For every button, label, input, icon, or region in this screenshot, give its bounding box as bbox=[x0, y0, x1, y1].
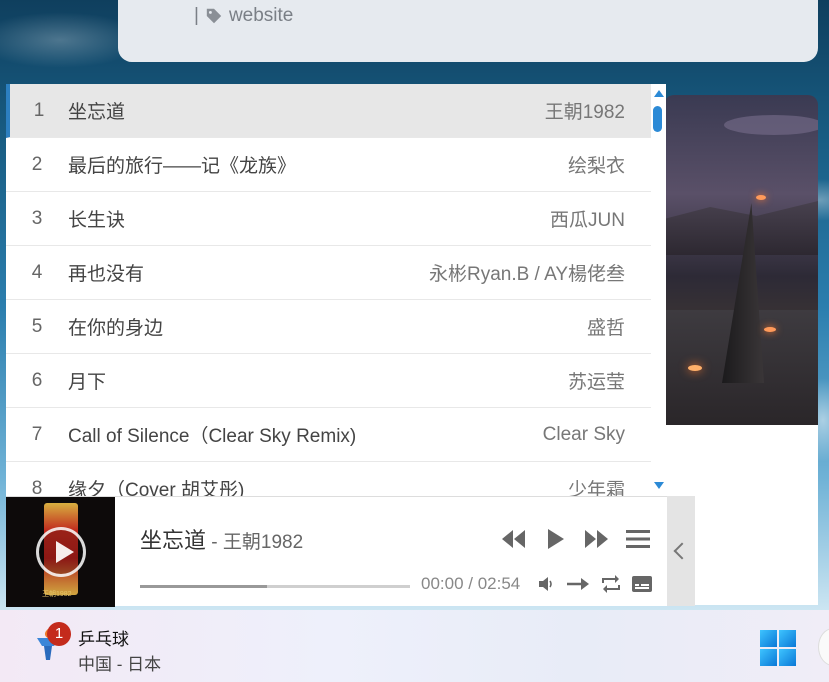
track-artist: 盛哲 bbox=[586, 318, 625, 339]
track-index: 3 bbox=[31, 207, 43, 229]
track-artist: 少年霜 bbox=[567, 480, 625, 496]
track-artist: 西瓜JUN bbox=[550, 210, 625, 231]
track-artist: Clear Sky bbox=[542, 423, 625, 445]
track-title: 长生诀 bbox=[68, 210, 126, 231]
track-artist: 绘梨衣 bbox=[567, 156, 625, 177]
track-title: 坐忘道 bbox=[68, 102, 126, 123]
time-display: 00:00 / 02:54 bbox=[421, 574, 521, 593]
track-title: 最后的旅行——记《龙族》 bbox=[68, 156, 297, 177]
taskbar: 1 乒乓球 中国 - 日本 bbox=[0, 610, 829, 682]
now-playing-title: 坐忘道 - 王朝1982 bbox=[140, 528, 304, 553]
menu-icon[interactable] bbox=[626, 529, 650, 549]
playlist-row[interactable]: 8 缘夕（Cover 胡艾彤) 少年霜 bbox=[6, 462, 651, 497]
track-index: 5 bbox=[31, 315, 43, 337]
album-art-caption: 王朝1982 bbox=[42, 591, 72, 598]
track-title: Call of Silence（Clear Sky Remix) bbox=[68, 426, 357, 447]
scroll-down-arrow-icon[interactable] bbox=[654, 482, 664, 489]
track-artist: 永彬Ryan.B / AY楊佬叁 bbox=[428, 264, 625, 285]
loop-icon[interactable] bbox=[600, 574, 622, 594]
playlist-row[interactable]: 1 坐忘道 王朝1982 bbox=[6, 84, 651, 138]
scroll-up-arrow-icon[interactable] bbox=[654, 90, 664, 97]
track-title: 月下 bbox=[68, 372, 107, 393]
now-title-text: 坐忘道 bbox=[140, 528, 207, 553]
progress-bar[interactable] bbox=[140, 585, 410, 588]
order-icon[interactable] bbox=[566, 576, 592, 592]
meta-separator: | bbox=[194, 5, 199, 26]
previous-icon[interactable] bbox=[500, 528, 526, 550]
music-player: 1 坐忘道 王朝1982 2 最后的旅行——记《龙族》 绘梨衣 3 长生诀 西瓜JUN 4 再也没有… bbox=[6, 84, 695, 607]
current-time: 00:00 bbox=[421, 574, 464, 593]
volume-icon[interactable] bbox=[537, 575, 557, 593]
search-pill[interactable] bbox=[818, 628, 829, 666]
scroll-thumb[interactable] bbox=[653, 106, 662, 132]
now-playing-artist: 王朝1982 bbox=[222, 532, 304, 553]
track-title: 缘夕（Cover 胡艾彤) bbox=[68, 480, 245, 496]
playlist-row[interactable]: 4 再也没有 永彬Ryan.B / AY楊佬叁 bbox=[6, 246, 651, 300]
taskbar-widget-title[interactable]: 乒乓球 bbox=[78, 625, 129, 650]
player-bar: 王朝1982 坐忘道 - 王朝1982 00:00 / 02:54 bbox=[6, 496, 667, 607]
playlist-row[interactable]: 7 Call of Silence（Clear Sky Remix) Clear S… bbox=[6, 408, 651, 462]
album-cover[interactable]: 王朝1982 bbox=[6, 497, 115, 607]
track-index: 4 bbox=[31, 261, 43, 283]
track-title: 再也没有 bbox=[68, 264, 145, 285]
windows-start-icon[interactable] bbox=[760, 630, 796, 666]
track-index: 7 bbox=[31, 423, 43, 445]
notification-badge: 1 bbox=[47, 622, 71, 646]
collapse-player-button[interactable] bbox=[667, 496, 695, 606]
playlist-row[interactable]: 2 最后的旅行——记《龙族》 绘梨衣 bbox=[6, 138, 651, 192]
progress-fill bbox=[140, 585, 267, 588]
taskbar-widget-subtitle: 中国 - 日本 bbox=[78, 655, 162, 674]
track-index: 8 bbox=[31, 477, 43, 497]
lyrics-icon[interactable] bbox=[631, 575, 653, 593]
play-overlay-icon[interactable] bbox=[36, 527, 86, 577]
playlist-row[interactable]: 6 月下 苏运莹 bbox=[6, 354, 651, 408]
post-card: | website bbox=[118, 0, 818, 62]
duration: 02:54 bbox=[477, 574, 521, 593]
post-meta: | website bbox=[194, 5, 293, 27]
track-index: 1 bbox=[33, 99, 45, 121]
track-index: 2 bbox=[31, 153, 43, 175]
playlist-row[interactable]: 3 长生诀 西瓜JUN bbox=[6, 192, 651, 246]
track-artist: 王朝1982 bbox=[544, 102, 625, 123]
track-title: 在你的身边 bbox=[68, 318, 164, 339]
track-index: 6 bbox=[31, 369, 43, 391]
playlist-row[interactable]: 5 在你的身边 盛哲 bbox=[6, 300, 651, 354]
next-icon[interactable] bbox=[584, 528, 610, 550]
track-artist: 苏运莹 bbox=[567, 372, 625, 393]
tag-icon bbox=[206, 8, 222, 24]
playlist-scrollbar[interactable] bbox=[651, 84, 666, 496]
tag-link[interactable]: website bbox=[229, 5, 293, 27]
playlist[interactable]: 1 坐忘道 王朝1982 2 最后的旅行——记《龙族》 绘梨衣 3 长生诀 西瓜JUN 4 再也没有… bbox=[6, 84, 666, 496]
play-icon[interactable] bbox=[546, 527, 566, 551]
